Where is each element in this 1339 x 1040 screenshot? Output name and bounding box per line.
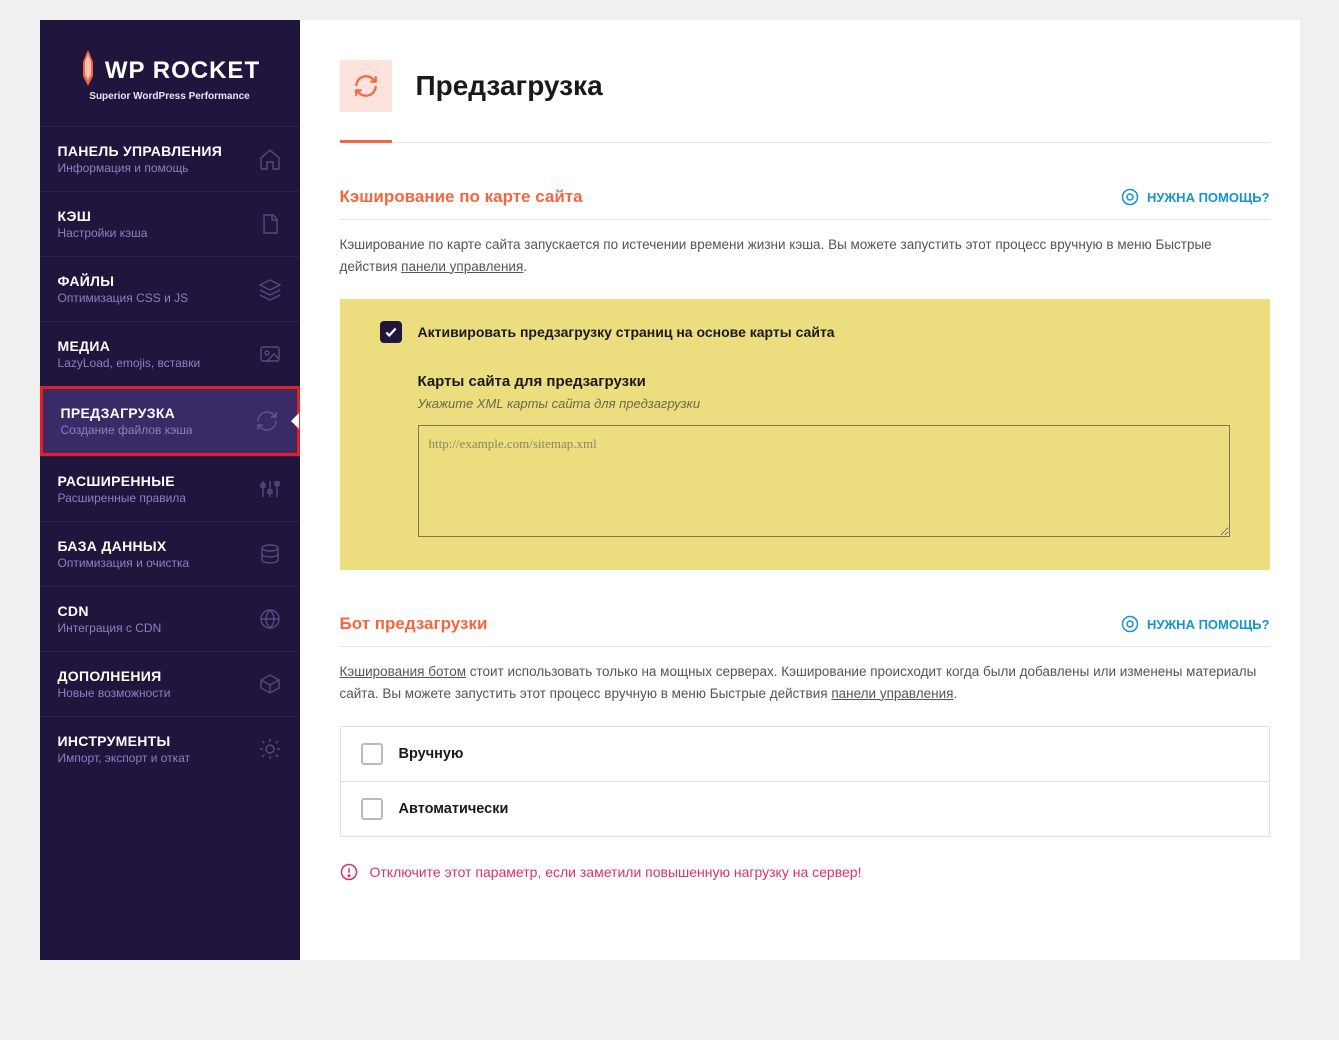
- auto-label: Автоматически: [399, 801, 509, 817]
- bot-desc: Кэширования ботом стоит использовать тол…: [340, 661, 1270, 704]
- activate-sitemap-checkbox[interactable]: [380, 321, 402, 343]
- nav-title: CDN: [58, 603, 258, 619]
- sliders-icon: [258, 477, 282, 501]
- sitemap-section: Кэширование по карте сайта НУЖНА ПОМОЩЬ?…: [340, 187, 1270, 570]
- nav-title: МЕДИА: [58, 338, 258, 354]
- nav-item-2[interactable]: ФАЙЛЫ Оптимизация CSS и JS: [40, 256, 300, 321]
- nav-item-5[interactable]: РАСШИРЕННЫЕ Расширенные правила: [40, 456, 300, 521]
- nav-item-0[interactable]: ПАНЕЛЬ УПРАВЛЕНИЯ Информация и помощь: [40, 126, 300, 191]
- nav-item-3[interactable]: МЕДИА LazyLoad, emojis, вставки: [40, 321, 300, 386]
- main-content: Предзагрузка Кэширование по карте сайта …: [300, 20, 1300, 960]
- nav-title: КЭШ: [58, 208, 258, 224]
- box-icon: [258, 672, 282, 696]
- nav-sub: Оптимизация и очистка: [58, 556, 258, 570]
- layers-icon: [258, 277, 282, 301]
- bot-cache-link[interactable]: Кэширования ботом: [340, 664, 467, 679]
- sitemap-textarea[interactable]: [418, 425, 1230, 537]
- sitemap-title: Кэширование по карте сайта: [340, 187, 583, 207]
- bot-options: Вручную Автоматически: [340, 726, 1270, 837]
- rocket-icon: [79, 50, 97, 91]
- manual-label: Вручную: [399, 746, 464, 762]
- nav-sub: Расширенные правила: [58, 491, 258, 505]
- sitemap-sub-title: Карты сайта для предзагрузки: [418, 373, 1230, 390]
- help-link-sitemap[interactable]: НУЖНА ПОМОЩЬ?: [1121, 188, 1270, 206]
- dashboard-link[interactable]: панели управления: [401, 259, 523, 274]
- db-icon: [258, 542, 282, 566]
- bot-warning: Отключите этот параметр, если заметили п…: [340, 863, 1270, 881]
- logo: WP ROCKET Superior WordPress Performance: [40, 20, 300, 126]
- preload-icon: [255, 409, 279, 433]
- nav-sub: Оптимизация CSS и JS: [58, 291, 258, 305]
- nav-title: ПАНЕЛЬ УПРАВЛЕНИЯ: [58, 143, 258, 159]
- preload-icon: [340, 60, 392, 112]
- sidebar: WP ROCKET Superior WordPress Performance…: [40, 20, 300, 960]
- sitemap-sub-hint: Укажите XML карты сайта для предзагрузки: [418, 396, 1230, 411]
- nav-sub: Настройки кэша: [58, 226, 258, 240]
- tool-icon: [258, 737, 282, 761]
- nav-item-9[interactable]: ИНСТРУМЕНТЫ Импорт, экспорт и откат: [40, 716, 300, 781]
- help-label: НУЖНА ПОМОЩЬ?: [1147, 190, 1270, 205]
- nav-item-4[interactable]: ПРЕДЗАГРУЗКА Создание файлов кэша: [40, 386, 300, 456]
- page-title: Предзагрузка: [416, 70, 603, 102]
- logo-tagline: Superior WordPress Performance: [60, 91, 280, 102]
- auto-checkbox[interactable]: [361, 798, 383, 820]
- nav-sub: Импорт, экспорт и откат: [58, 751, 258, 765]
- nav-sub: LazyLoad, emojis, вставки: [58, 356, 258, 370]
- nav-title: БАЗА ДАННЫХ: [58, 538, 258, 554]
- nav-item-7[interactable]: CDN Интеграция с CDN: [40, 586, 300, 651]
- bot-title: Бот предзагрузки: [340, 614, 488, 634]
- manual-checkbox[interactable]: [361, 743, 383, 765]
- nav-item-6[interactable]: БАЗА ДАННЫХ Оптимизация и очистка: [40, 521, 300, 586]
- nav-title: ФАЙЛЫ: [58, 273, 258, 289]
- nav-item-8[interactable]: ДОПОЛНЕНИЯ Новые возможности: [40, 651, 300, 716]
- activate-sitemap-label: Активировать предзагрузку страниц на осн…: [418, 324, 835, 340]
- home-icon: [258, 147, 282, 171]
- image-icon: [258, 342, 282, 366]
- nav-sub: Информация и помощь: [58, 161, 258, 175]
- nav-title: ПРЕДЗАГРУЗКА: [61, 405, 255, 421]
- nav-sub: Создание файлов кэша: [61, 423, 255, 437]
- logo-brand: WP ROCKET: [105, 57, 260, 85]
- nav-sub: Новые возможности: [58, 686, 258, 700]
- file-icon: [258, 212, 282, 236]
- nav-title: ДОПОЛНЕНИЯ: [58, 668, 258, 684]
- sitemap-highlight-box: Активировать предзагрузку страниц на осн…: [340, 299, 1270, 570]
- help-label: НУЖНА ПОМОЩЬ?: [1147, 617, 1270, 632]
- globe-icon: [258, 607, 282, 631]
- nav-title: РАСШИРЕННЫЕ: [58, 473, 258, 489]
- bot-section: Бот предзагрузки НУЖНА ПОМОЩЬ? Кэширован…: [340, 614, 1270, 881]
- nav-item-1[interactable]: КЭШ Настройки кэша: [40, 191, 300, 256]
- sitemap-desc: Кэширование по карте сайта запускается п…: [340, 234, 1270, 277]
- nav-sub: Интеграция с CDN: [58, 621, 258, 635]
- page-header: Предзагрузка: [340, 60, 1270, 143]
- dashboard-link-2[interactable]: панели управления: [831, 686, 953, 701]
- help-link-bot[interactable]: НУЖНА ПОМОЩЬ?: [1121, 615, 1270, 633]
- nav-title: ИНСТРУМЕНТЫ: [58, 733, 258, 749]
- bot-warning-text: Отключите этот параметр, если заметили п…: [370, 864, 862, 880]
